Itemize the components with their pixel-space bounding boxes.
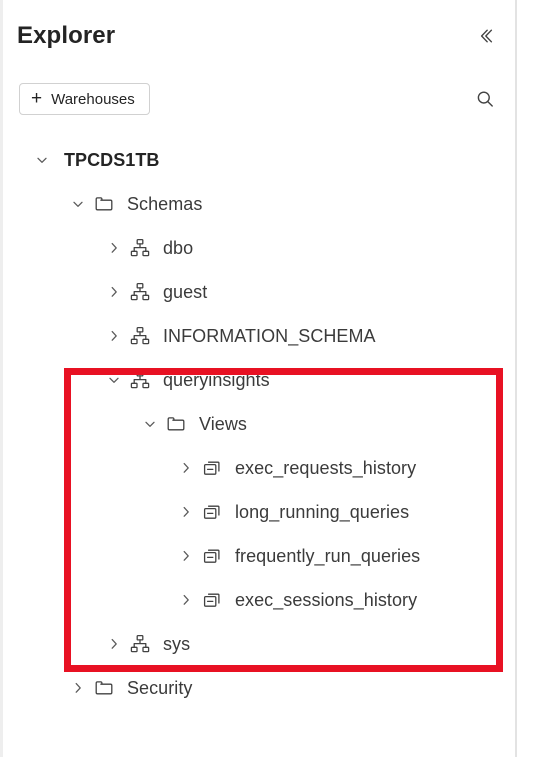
chevron-right-icon[interactable] <box>175 501 197 523</box>
folder-icon <box>165 413 189 435</box>
tree-node-label: frequently_run_queries <box>235 545 421 566</box>
view-icon <box>201 545 225 567</box>
tree-node-label: sys <box>163 633 191 654</box>
tree-node-views[interactable]: Views <box>3 402 514 446</box>
page-title: Explorer <box>17 22 116 49</box>
chevron-right-icon[interactable] <box>175 545 197 567</box>
tree-node-label: queryinsights <box>163 369 270 390</box>
tree-node-label: long_running_queries <box>235 501 410 522</box>
chevron-right-icon[interactable] <box>175 457 197 479</box>
schema-icon <box>129 633 153 655</box>
tree-node-label: exec_sessions_history <box>235 589 418 610</box>
tree-node-label: INFORMATION_SCHEMA <box>163 325 376 346</box>
tree-node-label: dbo <box>163 237 194 258</box>
tree-node-label: guest <box>163 281 208 302</box>
chevron-right-icon[interactable] <box>103 237 125 259</box>
tree-node-security[interactable]: Security <box>3 666 514 710</box>
object-explorer-tree: TPCDS1TB Schemas dbo guest INFORMATION_SCHEM… <box>3 138 514 757</box>
schema-icon <box>129 237 153 259</box>
schema-icon <box>129 281 153 303</box>
tree-node-long-running-queries[interactable]: long_running_queries <box>3 490 514 534</box>
chevron-down-icon[interactable] <box>103 369 125 391</box>
folder-icon <box>93 193 117 215</box>
folder-icon <box>93 677 117 699</box>
double-chevron-left-icon[interactable] <box>470 21 500 51</box>
chevron-right-icon[interactable] <box>67 677 89 699</box>
tree-node-dbo[interactable]: dbo <box>3 226 514 270</box>
tree-node-label: exec_requests_history <box>235 457 417 478</box>
add-warehouses-label: Warehouses <box>51 90 135 108</box>
chevron-down-icon[interactable] <box>67 193 89 215</box>
tree-node-information-schema[interactable]: INFORMATION_SCHEMA <box>3 314 514 358</box>
schema-icon <box>129 369 153 391</box>
tree-node-label: Views <box>199 413 247 434</box>
explorer-panel: Explorer + Warehouses TPCDS1TB Schemas dbo… <box>0 0 538 757</box>
chevron-down-icon[interactable] <box>139 413 161 435</box>
tree-node-schemas[interactable]: Schemas <box>3 182 514 226</box>
chevron-right-icon[interactable] <box>103 633 125 655</box>
chevron-down-icon[interactable] <box>31 149 53 171</box>
tree-node-label: Schemas <box>127 193 203 214</box>
tree-node-label: TPCDS1TB <box>64 149 160 170</box>
plus-icon: + <box>31 87 43 109</box>
chevron-right-icon[interactable] <box>175 589 197 611</box>
search-icon[interactable] <box>470 84 500 114</box>
view-icon <box>201 501 225 523</box>
tree-node-exec-requests-history[interactable]: exec_requests_history <box>3 446 514 490</box>
view-icon <box>201 457 225 479</box>
chevron-right-icon[interactable] <box>103 325 125 347</box>
add-warehouses-button[interactable]: + Warehouses <box>19 83 150 115</box>
tree-node-sys[interactable]: sys <box>3 622 514 666</box>
tree-node-guest[interactable]: guest <box>3 270 514 314</box>
tree-node-queryinsights[interactable]: queryinsights <box>3 358 514 402</box>
explorer-toolbar: + Warehouses <box>3 78 514 120</box>
tree-node-exec-sessions-history[interactable]: exec_sessions_history <box>3 578 514 622</box>
tree-node-tpcds1tb[interactable]: TPCDS1TB <box>3 138 514 182</box>
schema-icon <box>129 325 153 347</box>
explorer-header: Explorer <box>3 0 514 72</box>
tree-node-frequently-run-queries[interactable]: frequently_run_queries <box>3 534 514 578</box>
view-icon <box>201 589 225 611</box>
chevron-right-icon[interactable] <box>103 281 125 303</box>
tree-node-label: Security <box>127 677 193 698</box>
